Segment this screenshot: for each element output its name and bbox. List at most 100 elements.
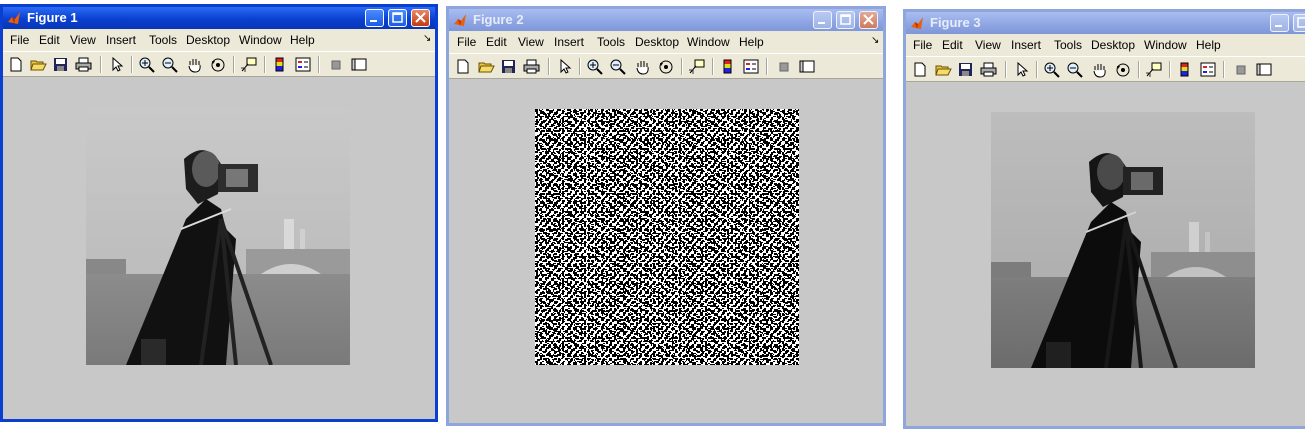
window-title: Figure 3 [930,15,981,30]
menu-file[interactable]: File [913,38,932,52]
menu-tools[interactable]: Tools [149,33,177,47]
toolbar-separator [579,58,581,75]
zoom-out-icon[interactable] [1066,61,1084,78]
menu-file[interactable]: File [457,35,476,49]
menu-desktop[interactable]: Desktop [1091,38,1135,52]
menu-file[interactable]: File [10,33,29,47]
zoom-in-icon[interactable] [586,58,604,75]
maximize-button[interactable] [1293,14,1305,32]
zoom-out-icon[interactable] [609,58,627,75]
dock-arrow-icon[interactable]: ↘ [871,35,879,46]
title-bar[interactable]: Figure 2 [449,9,883,31]
new-figure-icon[interactable] [7,56,25,73]
toolbar-separator [1169,61,1171,78]
cameraman-image [991,112,1255,368]
figure-canvas [3,77,435,419]
menu-desktop[interactable]: Desktop [186,33,230,47]
figure-canvas [449,79,883,423]
insert-legend-icon[interactable] [294,56,312,73]
open-file-icon[interactable] [29,56,47,73]
figure-toolbar [3,51,435,77]
insert-legend-icon[interactable] [742,58,760,75]
save-icon[interactable] [500,58,518,75]
insert-colorbar-icon[interactable] [719,58,737,75]
menu-edit[interactable]: Edit [942,38,963,52]
hide-plot-tools-icon[interactable] [775,58,793,75]
menu-window[interactable]: Window [687,35,730,49]
pan-hand-icon[interactable] [186,56,204,73]
save-icon[interactable] [52,56,70,73]
minimize-button[interactable] [813,11,832,29]
figure-2-window[interactable]: Figure 2 File Edit View Insert Tools Des… [446,6,886,426]
show-plot-tools-icon[interactable] [798,58,816,75]
rotate-3d-icon[interactable] [209,56,227,73]
menu-help[interactable]: Help [739,35,764,49]
title-bar[interactable]: Figure 3 [906,12,1305,34]
edit-plot-arrow-icon[interactable] [1013,61,1031,78]
print-icon[interactable] [75,56,93,73]
hide-plot-tools-icon[interactable] [327,56,345,73]
insert-legend-icon[interactable] [1199,61,1217,78]
edit-plot-arrow-icon[interactable] [108,56,126,73]
hide-plot-tools-icon[interactable] [1232,61,1250,78]
menu-desktop[interactable]: Desktop [635,35,679,49]
minimize-button[interactable] [365,9,384,27]
maximize-button[interactable] [836,11,855,29]
zoom-in-icon[interactable] [138,56,156,73]
figure-1-window[interactable]: Figure 1 File Edit View Insert Tools Des… [0,4,438,422]
toolbar-separator [766,58,768,75]
data-cursor-icon[interactable] [240,56,258,73]
window-title: Figure 1 [27,10,78,25]
new-figure-icon[interactable] [454,58,472,75]
menu-tools[interactable]: Tools [1054,38,1082,52]
toolbar-separator [1138,61,1140,78]
edit-plot-arrow-icon[interactable] [556,58,574,75]
menu-insert[interactable]: Insert [106,33,136,47]
print-icon[interactable] [523,58,541,75]
new-figure-icon[interactable] [911,61,929,78]
menu-edit[interactable]: Edit [486,35,507,49]
menu-window[interactable]: Window [239,33,282,47]
toolbar-separator [1223,61,1225,78]
menu-help[interactable]: Help [1196,38,1221,52]
data-cursor-icon[interactable] [688,58,706,75]
rotate-3d-icon[interactable] [1114,61,1132,78]
menu-bar: File Edit View Insert Tools Desktop Wind… [449,31,883,53]
print-icon[interactable] [980,61,998,78]
toolbar-separator [1036,61,1038,78]
menu-bar: File Edit View Insert Tools Desktop Wind… [3,29,435,51]
menu-tools[interactable]: Tools [597,35,625,49]
toolbar-separator [548,58,550,75]
close-button[interactable] [411,9,430,27]
menu-insert[interactable]: Insert [554,35,584,49]
zoom-in-icon[interactable] [1043,61,1061,78]
figure-3-window[interactable]: Figure 3 File Edit View Insert Tools Des… [903,9,1305,429]
menu-insert[interactable]: Insert [1011,38,1041,52]
menu-view[interactable]: View [518,35,544,49]
menu-edit[interactable]: Edit [39,33,60,47]
pan-hand-icon[interactable] [634,58,652,75]
menu-view[interactable]: View [975,38,1001,52]
minimize-button[interactable] [1270,14,1289,32]
maximize-button[interactable] [388,9,407,27]
insert-colorbar-icon[interactable] [1176,61,1194,78]
show-plot-tools-icon[interactable] [350,56,368,73]
open-file-icon[interactable] [477,58,495,75]
insert-colorbar-icon[interactable] [271,56,289,73]
matlab-logo-icon [8,12,20,24]
title-bar[interactable]: Figure 1 [3,7,435,29]
menu-window[interactable]: Window [1144,38,1187,52]
toolbar-separator [233,56,235,73]
rotate-3d-icon[interactable] [657,58,675,75]
figure-toolbar [906,56,1305,82]
menu-help[interactable]: Help [290,33,315,47]
close-button[interactable] [859,11,878,29]
save-icon[interactable] [957,61,975,78]
open-file-icon[interactable] [934,61,952,78]
menu-view[interactable]: View [70,33,96,47]
pan-hand-icon[interactable] [1091,61,1109,78]
show-plot-tools-icon[interactable] [1255,61,1273,78]
data-cursor-icon[interactable] [1145,61,1163,78]
dock-arrow-icon[interactable]: ↘ [423,33,431,44]
zoom-out-icon[interactable] [161,56,179,73]
